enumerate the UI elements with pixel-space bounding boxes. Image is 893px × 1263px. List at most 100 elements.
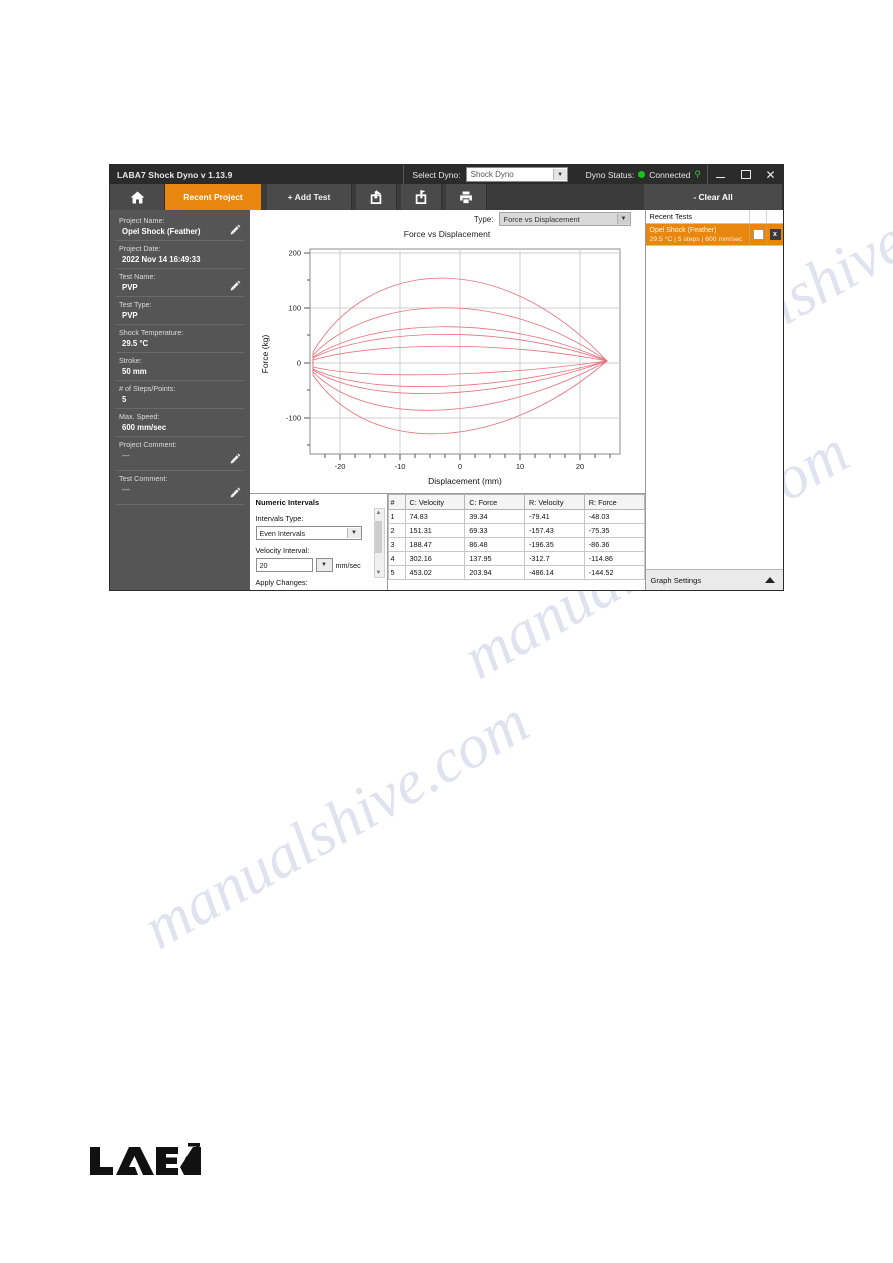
add-test-button[interactable]: + Add Test: [267, 184, 352, 210]
field-label: Project Comment:: [119, 440, 177, 449]
app-title: LABA7 Shock Dyno v 1.13.9: [117, 169, 233, 180]
recent-test-details: 29.5 °C | 5 steps | 600 mm/sec: [649, 236, 743, 243]
edit-pencil-icon[interactable]: [230, 222, 241, 240]
column-header-c-velocity: C: Velocity: [404, 494, 466, 510]
maximize-icon: [740, 170, 751, 179]
recent-test-remove-cell[interactable]: x: [766, 224, 783, 245]
graph-type-dropdown[interactable]: Force vs Displacement ▼: [498, 212, 631, 226]
table-row[interactable]: 1 74.83 39.34 -79.41 -48.03: [387, 509, 645, 524]
field-test-type: Test Type: PVP: [110, 298, 250, 323]
cell-c-velocity: 302.16: [404, 551, 466, 566]
table-row[interactable]: 4 302.16 137.95 -312.7 -114.86: [387, 551, 645, 566]
print-button[interactable]: [446, 184, 487, 210]
graph-settings-label: Graph Settings: [650, 575, 702, 585]
edit-pencil-icon[interactable]: [230, 451, 241, 469]
project-info-sidebar: Project Name: Opel Shock (Feather) Proje…: [110, 210, 250, 590]
column-header-c-force: C: Force: [464, 494, 525, 510]
apply-changes-label: Apply Changes:: [255, 578, 308, 587]
recent-tests-filler: [645, 246, 783, 569]
field-test-comment: Test Comment: —: [110, 472, 250, 503]
field-value: 29.5 °C: [122, 339, 149, 348]
minimize-button[interactable]: [708, 165, 733, 184]
recent-test-checkbox[interactable]: [752, 229, 764, 240]
close-icon[interactable]: x: [769, 229, 781, 240]
table-row[interactable]: 3 188.47 86.48 -196.35 -86.36: [387, 537, 645, 552]
scroll-thumb[interactable]: [374, 521, 382, 553]
cell-index: 3: [387, 537, 406, 552]
import-button[interactable]: [401, 184, 442, 210]
cell-index: 1: [387, 509, 406, 524]
export-button[interactable]: [356, 184, 397, 210]
close-button[interactable]: ✕: [758, 165, 783, 184]
numeric-intervals-title: Numeric Intervals: [255, 498, 320, 507]
recent-project-tab[interactable]: Recent Project: [165, 184, 261, 210]
cell-r-force: -75.35: [583, 523, 645, 538]
divider: [116, 324, 244, 325]
cell-r-force: -48.03: [583, 509, 645, 524]
chevron-down-icon[interactable]: ▼: [552, 169, 567, 180]
minimize-icon: [716, 176, 725, 179]
chevron-down-icon[interactable]: ▼: [616, 214, 630, 224]
toolbar-spacer: [487, 184, 644, 210]
edit-pencil-icon[interactable]: [230, 485, 241, 503]
field-value: PVP: [122, 311, 138, 320]
recent-test-item[interactable]: Opel Shock (Feather) 29.5 °C | 5 steps |…: [645, 224, 783, 246]
field-project-date: Project Date: 2022 Nov 14 16:49:33: [110, 242, 250, 267]
maximize-button[interactable]: [733, 165, 758, 184]
intervals-type-dropdown[interactable]: Even Intervals ▼: [255, 526, 362, 540]
main-toolbar: Recent Project + Add Test - Clear All: [110, 184, 783, 210]
field-value: 50 mm: [122, 367, 147, 376]
dyno-select-value: Shock Dyno: [470, 170, 514, 179]
cell-r-velocity: -157.43: [524, 523, 585, 538]
page-root: manualshive.com manualshive.com manualsh…: [0, 0, 893, 1263]
recent-project-label: Recent Project: [183, 192, 243, 202]
export-icon: [369, 190, 383, 204]
cell-r-force: -114.86: [583, 551, 645, 566]
field-label: Max. Speed:: [119, 412, 160, 421]
scroll-up-icon[interactable]: ▲: [376, 510, 382, 516]
cell-c-force: 69.33: [464, 523, 525, 538]
table-row[interactable]: 5 453.02 203.94 -486.14 -144.52: [387, 565, 645, 580]
cell-r-force: -86.36: [583, 537, 645, 552]
chevron-down-icon[interactable]: ▼: [346, 528, 361, 538]
graph-type-value: Force vs Displacement: [503, 214, 580, 224]
graph-settings-bar[interactable]: Graph Settings: [645, 569, 783, 590]
recent-test-checkbox-cell[interactable]: [749, 224, 766, 245]
recent-tests-header: Recent Tests: [645, 210, 783, 224]
dyno-select-dropdown[interactable]: Shock Dyno ▼: [465, 167, 568, 182]
svg-text:0: 0: [457, 462, 461, 471]
cell-index: 2: [387, 523, 406, 538]
home-button[interactable]: [110, 184, 165, 210]
graph-type-label: Type:: [473, 214, 494, 224]
divider: [116, 296, 244, 297]
velocity-interval-input[interactable]: 20: [255, 558, 313, 572]
table-header-row: # C: Velocity C: Force R: Velocity R: Fo…: [387, 494, 645, 510]
velocity-interval-dropdown-icon[interactable]: ▼: [315, 558, 333, 572]
header-cell: [749, 210, 766, 223]
field-project-comment: Project Comment: —: [110, 438, 250, 469]
svg-text:100: 100: [288, 304, 301, 313]
edit-pencil-icon[interactable]: [230, 278, 241, 296]
numeric-intervals-panel: Numeric Intervals Intervals Type: Even I…: [249, 494, 388, 590]
print-icon: [459, 191, 473, 204]
scroll-down-icon[interactable]: ▼: [376, 570, 382, 576]
force-vs-displacement-chart[interactable]: 200 100 0 -100 -20 -10 0 10 20 Displacem…: [250, 239, 645, 491]
velocity-unit-label: mm/sec: [335, 560, 361, 570]
clear-all-button[interactable]: - Clear All: [644, 184, 782, 210]
numeric-panel-scrollbar[interactable]: ▲ ▼: [373, 508, 385, 578]
field-label: Test Comment:: [119, 474, 168, 483]
cell-r-velocity: -486.14: [524, 565, 585, 580]
svg-text:-10: -10: [394, 462, 405, 471]
add-test-label: + Add Test: [287, 192, 331, 202]
window-controls: ✕: [708, 165, 783, 184]
numeric-data-table-container[interactable]: # C: Velocity C: Force R: Velocity R: Fo…: [387, 494, 645, 590]
recent-test-name: Opel Shock (Feather): [649, 227, 717, 234]
divider: [116, 268, 244, 269]
caret-up-icon[interactable]: [765, 577, 775, 583]
watermark: manualshive.com: [131, 687, 540, 963]
table-row[interactable]: 2 151.31 69.33 -157.43 -75.35: [387, 523, 645, 538]
svg-text:Force (kg): Force (kg): [260, 334, 270, 373]
velocity-interval-label: Velocity Interval:: [255, 546, 310, 555]
column-header-index: #: [387, 494, 406, 510]
field-value: PVP: [122, 283, 138, 292]
